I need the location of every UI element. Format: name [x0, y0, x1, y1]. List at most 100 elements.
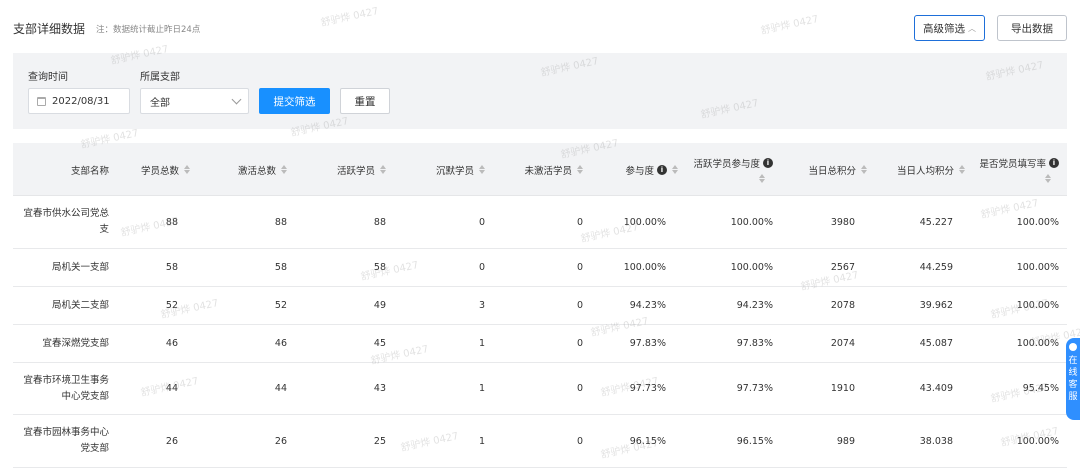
table-header: 支部名称 学员总数 激活总数 活跃学员 沉默学员 未激活学员 参与度 i 活跃学员参与度 i 当日总… — [13, 143, 1067, 196]
table-cell: 989 — [836, 435, 855, 447]
chevron-up-icon: ︿ — [968, 23, 976, 33]
float-service-char: 服 — [1068, 392, 1078, 402]
table-cell: 0 — [576, 300, 583, 311]
table-cell: 100.00% — [623, 262, 666, 273]
table-cell: 0 — [478, 262, 485, 273]
column-header-label: 活跃学员 — [336, 165, 375, 177]
column-header[interactable]: 活跃学员参与度 i — [677, 143, 773, 196]
header: 支部详细数据 注：数据统计截止昨日24点 高级筛选 ︿ 导出数据 — [0, 0, 1080, 53]
branch-select[interactable]: 全部 — [140, 88, 249, 114]
table-row: 宜春市供水公司党总支 88 88 88 0 0 100.00% 100.00% 3980 45.2… — [13, 196, 1067, 249]
export-label: 导出数据 — [1011, 22, 1053, 35]
table-cell: 44 — [165, 383, 178, 394]
sort-icon[interactable] — [759, 174, 765, 183]
submit-filter-button[interactable]: 提交筛选 — [259, 88, 330, 114]
table-cell: 0 — [478, 216, 485, 228]
sort-icon[interactable] — [1045, 174, 1051, 183]
column-header-label: 未激活学员 — [524, 165, 572, 177]
table-cell: 46 — [274, 338, 287, 349]
column-header[interactable]: 是否党员填写率 i — [963, 143, 1059, 196]
branch-data-table: 支部名称 学员总数 激活总数 活跃学员 沉默学员 未激活学员 参与度 i 活跃学员参与度 i 当日总… — [13, 143, 1067, 468]
column-header-label: 沉默学员 — [435, 165, 474, 177]
table-cell: 0 — [576, 216, 583, 228]
advanced-filter-button[interactable]: 高级筛选 ︿ — [914, 15, 985, 41]
column-header-label: 是否党员填写率 — [979, 159, 1046, 170]
date-value: 2022/08/31 — [52, 95, 110, 107]
float-service-char: 线 — [1068, 368, 1078, 378]
table-cell: 52 — [274, 300, 287, 311]
table-cell: 96.15% — [629, 435, 666, 447]
table-cell: 1 — [478, 338, 485, 349]
column-header[interactable]: 激活总数 — [191, 143, 287, 196]
query-time-label: 查询时间 — [28, 72, 68, 83]
branch-label: 所属支部 — [140, 72, 180, 83]
table-cell: 100.00% — [1016, 216, 1059, 228]
column-header-label: 学员总数 — [140, 165, 179, 177]
table-cell: 1 — [478, 435, 485, 447]
table-cell: 3 — [478, 300, 485, 311]
float-service-char: 客 — [1068, 380, 1078, 390]
table-cell: 43.409 — [919, 383, 953, 394]
sort-icon[interactable] — [861, 165, 867, 174]
table-cell: 95.45% — [1022, 383, 1059, 394]
page: 支部详细数据 注：数据统计截止昨日24点 高级筛选 ︿ 导出数据 查询时间 所属… — [0, 0, 1080, 470]
table-cell: 45 — [373, 338, 386, 349]
table-cell: 100.00% — [623, 216, 666, 228]
table-cell: 26 — [274, 435, 287, 447]
info-icon[interactable]: i — [657, 164, 667, 175]
table-cell: 38.038 — [919, 435, 953, 447]
table-cell: 97.73% — [629, 383, 666, 394]
sort-icon[interactable] — [184, 165, 190, 174]
column-header[interactable]: 活跃学员 — [290, 143, 386, 196]
column-header-label: 当日人均积分 — [896, 165, 954, 177]
table-cell: 1 — [478, 383, 485, 394]
sort-icon[interactable] — [380, 165, 386, 174]
table-cell: 25 — [373, 435, 386, 447]
table-cell: 88 — [165, 216, 178, 228]
table-row: 宜春市环境卫生事务中心党支部 44 44 43 1 0 97.73% 97.73% 1910 43… — [13, 363, 1067, 415]
table-cell: 45.087 — [919, 338, 953, 349]
table-row: 局机关二支部 52 52 49 3 0 94.23% 94.23% 2078 39.962 100.… — [13, 287, 1067, 325]
table-cell: 3980 — [830, 216, 855, 228]
table-row: 宜春深燃党支部 46 46 45 1 0 97.83% 97.83% 2074 45.087 100… — [13, 325, 1067, 363]
chat-bubble-icon — [1069, 343, 1077, 351]
online-service-button[interactable]: 在 线 客 服 — [1066, 338, 1080, 420]
column-header[interactable]: 沉默学员 — [389, 143, 485, 196]
column-header[interactable]: 参与度 i — [582, 143, 678, 196]
table-cell: 100.00% — [1016, 338, 1059, 349]
column-header-label: 当日总积分 — [808, 165, 856, 177]
column-header[interactable]: 当日总积分 — [771, 143, 867, 196]
table-cell: 97.83% — [629, 338, 666, 349]
table-cell: 39.962 — [919, 300, 953, 311]
table-cell: 44.259 — [919, 262, 953, 273]
data-note: 注：数据统计截止昨日24点 — [96, 25, 201, 35]
table-cell: 46 — [165, 338, 178, 349]
reset-button[interactable]: 重置 — [340, 88, 390, 114]
info-icon[interactable]: i — [1049, 158, 1059, 168]
table-cell: 100.00% — [1016, 300, 1059, 311]
filter-panel: 查询时间 所属支部 2022/08/31 全部 提交筛选 重置 — [13, 53, 1067, 129]
table-cell: 88 — [373, 216, 386, 228]
column-header-label: 激活总数 — [237, 165, 276, 177]
branch-select-value: 全部 — [150, 97, 170, 109]
column-header[interactable]: 当日人均积分 — [869, 143, 965, 196]
table-cell: 2567 — [830, 262, 855, 273]
table-cell: 2078 — [830, 300, 855, 311]
table-body: 宜春市供水公司党总支 88 88 88 0 0 100.00% 100.00% 3980 45.2… — [13, 196, 1067, 468]
export-button[interactable]: 导出数据 — [997, 15, 1067, 41]
sort-icon[interactable] — [281, 165, 287, 174]
table-cell: 88 — [274, 216, 287, 228]
date-picker[interactable]: 2022/08/31 — [28, 88, 130, 114]
table-row: 局机关一支部 58 58 58 0 0 100.00% 100.00% 2567 44.259 10… — [13, 249, 1067, 287]
table-cell: 100.00% — [1016, 435, 1059, 447]
table-cell: 26 — [165, 435, 178, 447]
sort-icon[interactable] — [479, 165, 485, 174]
table-cell: 49 — [373, 300, 386, 311]
column-header-label: 活跃学员参与度 — [693, 159, 760, 170]
column-header[interactable]: 学员总数 — [94, 143, 190, 196]
table-cell: 94.23% — [629, 300, 666, 311]
column-header[interactable]: 未激活学员 — [487, 143, 583, 196]
table-cell: 2074 — [830, 338, 855, 349]
calendar-icon — [37, 96, 46, 106]
page-title: 支部详细数据 — [13, 22, 86, 36]
